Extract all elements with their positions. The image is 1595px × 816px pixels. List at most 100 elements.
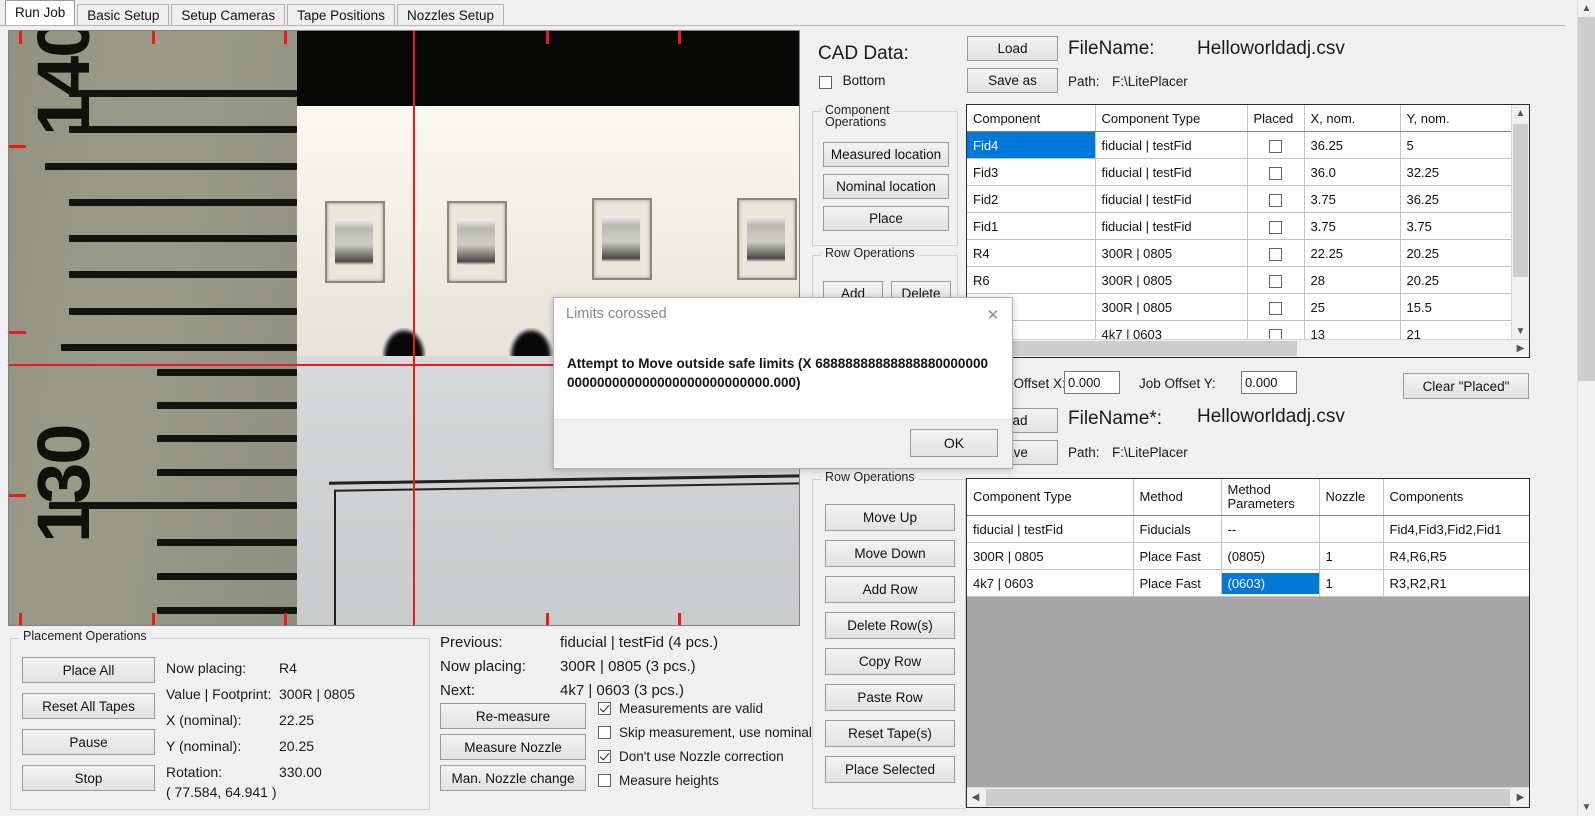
job-cell-method-parameters[interactable]: -- — [1221, 515, 1320, 543]
job-cell-method[interactable]: Fiducials — [1133, 515, 1222, 543]
bottom-checkbox[interactable]: Bottom — [819, 73, 885, 90]
cad-grid-header[interactable]: Placed — [1247, 105, 1305, 132]
job-cell-components[interactable]: R3,R2,R1 — [1383, 569, 1529, 597]
progress-checkbox-row[interactable]: Skip measurement, use nominal — [598, 724, 812, 740]
clear-placed-button[interactable]: Clear "Placed" — [1403, 373, 1529, 399]
cad-cell-placed-checkbox[interactable] — [1247, 266, 1305, 294]
placed-checkbox[interactable] — [1269, 247, 1282, 261]
job-grid-hscrollbar[interactable]: ◀ ▶ — [967, 787, 1529, 807]
progress-button-man-nozzle-change[interactable]: Man. Nozzle change — [440, 765, 586, 791]
cad-grid-scroll-down-icon[interactable]: ▼ — [1512, 323, 1529, 340]
job-row-button-copy-row[interactable]: Copy Row — [825, 648, 955, 675]
cad-cell-x[interactable]: 22.25 — [1304, 239, 1401, 267]
cad-grid-header[interactable]: Component Type — [1095, 105, 1248, 132]
cad-cell-y[interactable]: 15.5 — [1400, 293, 1512, 321]
job-cell-type[interactable]: fiducial | testFid — [967, 515, 1134, 543]
main-window-vscrollbar[interactable]: ▲ ▼ — [1577, 0, 1595, 816]
job-cell-method[interactable]: Place Fast — [1133, 542, 1222, 570]
cad-cell-type[interactable]: 4k7 | 0603 — [1095, 320, 1248, 340]
job-cell-nozzle[interactable]: 1 — [1319, 542, 1384, 570]
cad-cell-placed-checkbox[interactable] — [1247, 239, 1305, 267]
table-row[interactable]: 300R | 0805 25 15.5 — [967, 293, 1512, 321]
close-icon[interactable]: ✕ — [980, 304, 1006, 326]
placed-checkbox[interactable] — [1269, 220, 1282, 234]
cad-cell-placed-checkbox[interactable] — [1247, 185, 1305, 213]
placement-button-place-all[interactable]: Place All — [22, 657, 155, 683]
cad-cell-component[interactable]: Fid2 — [967, 185, 1096, 213]
cad-load-button[interactable]: Load — [967, 36, 1058, 61]
tab-tape-positions[interactable]: Tape Positions — [287, 4, 395, 26]
table-row[interactable]: Fid1 fiducial | testFid 3.75 3.75 — [967, 212, 1512, 240]
job-cell-method[interactable]: Place Fast — [1133, 569, 1222, 597]
job-offset-y-input[interactable]: 0.000 — [1241, 371, 1297, 394]
progress-checkbox-box[interactable] — [598, 702, 611, 716]
placed-checkbox[interactable] — [1269, 274, 1282, 288]
job-grid-header[interactable]: Method — [1133, 479, 1222, 516]
cad-cell-y[interactable]: 3.75 — [1400, 212, 1512, 240]
job-grid-header[interactable]: Components — [1383, 479, 1529, 516]
placement-button-reset-all-tapes[interactable]: Reset All Tapes — [22, 693, 155, 719]
job-cell-nozzle[interactable]: 1 — [1319, 569, 1384, 597]
cad-cell-x[interactable]: 13 — [1304, 320, 1401, 340]
cad-cell-y[interactable]: 20.25 — [1400, 266, 1512, 294]
nominal-location-button[interactable]: Nominal location — [823, 174, 949, 199]
cad-grid-hscroll-thumb[interactable] — [967, 341, 1297, 356]
cad-cell-y[interactable]: 36.25 — [1400, 185, 1512, 213]
cad-cell-x[interactable]: 28 — [1304, 266, 1401, 294]
job-cell-nozzle[interactable] — [1319, 515, 1384, 543]
placed-checkbox[interactable] — [1269, 193, 1282, 207]
job-row-button-reset-tape-s[interactable]: Reset Tape(s) — [825, 720, 955, 747]
table-row[interactable]: 300R | 0805 Place Fast (0805) 1 R4,R6,R5 — [967, 542, 1529, 570]
table-row[interactable]: 4k7 | 0603 13 21 — [967, 320, 1512, 340]
job-cell-method-parameters[interactable]: (0805) — [1221, 542, 1320, 570]
main-scroll-down-icon[interactable]: ▼ — [1578, 799, 1595, 816]
cad-cell-type[interactable]: 300R | 0805 — [1095, 266, 1248, 294]
cad-cell-placed-checkbox[interactable] — [1247, 158, 1305, 186]
dialog-ok-button[interactable]: OK — [910, 429, 998, 457]
progress-checkbox-box[interactable] — [598, 750, 611, 764]
progress-checkbox-box[interactable] — [598, 774, 611, 788]
table-row[interactable]: R4 300R | 0805 22.25 20.25 — [967, 239, 1512, 267]
cad-cell-x[interactable]: 36.0 — [1304, 158, 1401, 186]
table-row[interactable]: fiducial | testFid Fiducials -- Fid4,Fid3,F… — [967, 515, 1529, 543]
job-cell-method-parameters-value[interactable]: (0603) — [1221, 572, 1318, 594]
job-row-button-add-row[interactable]: Add Row — [825, 576, 955, 603]
place-button[interactable]: Place — [823, 206, 949, 231]
cad-cell-x[interactable]: 36.25 — [1304, 131, 1401, 159]
table-row[interactable]: Fid2 fiducial | testFid 3.75 36.25 — [967, 185, 1512, 213]
job-cell-components[interactable]: R4,R6,R5 — [1383, 542, 1529, 570]
placement-button-stop[interactable]: Stop — [22, 765, 155, 791]
cad-save-as-button[interactable]: Save as — [967, 68, 1058, 93]
cad-cell-component[interactable]: Fid3 — [967, 158, 1096, 186]
cad-grid-header[interactable]: X, nom. — [1304, 105, 1401, 132]
job-grid-header[interactable]: Component Type — [967, 479, 1134, 516]
cad-cell-type[interactable]: fiducial | testFid — [1095, 185, 1248, 213]
job-cell-type[interactable]: 4k7 | 0603 — [967, 569, 1134, 597]
table-row[interactable]: R6 300R | 0805 28 20.25 — [967, 266, 1512, 294]
cad-cell-placed-checkbox[interactable] — [1247, 320, 1305, 340]
job-grid-scroll-right-icon[interactable]: ▶ — [1512, 788, 1529, 807]
progress-button-measure-nozzle[interactable]: Measure Nozzle — [440, 734, 586, 760]
table-row[interactable]: Fid4 fiducial | testFid 36.25 5 — [967, 131, 1512, 159]
cad-grid-header[interactable]: Component — [967, 105, 1096, 132]
cad-cell-type[interactable]: 300R | 0805 — [1095, 293, 1248, 321]
cad-cell-component[interactable]: R4 — [967, 239, 1096, 267]
cad-cell-component[interactable]: R6 — [967, 266, 1096, 294]
progress-button-re-measure[interactable]: Re-measure — [440, 703, 586, 729]
cad-cell-x[interactable]: 25 — [1304, 293, 1401, 321]
cad-cell-placed-checkbox[interactable] — [1247, 212, 1305, 240]
tab-nozzles-setup[interactable]: Nozzles Setup — [396, 4, 504, 26]
limits-crossed-dialog[interactable]: Limits corossed ✕ Attempt to Move outsid… — [553, 297, 1013, 469]
cad-grid-scroll-up-icon[interactable]: ▲ — [1512, 105, 1529, 122]
tab-run-job[interactable]: Run Job — [5, 0, 76, 26]
cad-cell-x[interactable]: 3.75 — [1304, 212, 1401, 240]
cad-cell-type[interactable]: fiducial | testFid — [1095, 131, 1248, 159]
progress-checkbox-row[interactable]: Measurements are valid — [598, 700, 763, 716]
job-row-button-delete-row-s[interactable]: Delete Row(s) — [825, 612, 955, 639]
placed-checkbox[interactable] — [1269, 139, 1282, 153]
cad-grid-hscrollbar[interactable]: ▶ — [967, 339, 1529, 357]
job-cell-method-parameters[interactable]: (0603) — [1221, 569, 1320, 597]
job-row-button-place-selected[interactable]: Place Selected — [825, 756, 955, 783]
cad-data-grid[interactable]: Component Component Type Placed X, nom. Y, n… — [966, 104, 1530, 358]
job-cell-type[interactable]: 300R | 0805 — [967, 542, 1134, 570]
